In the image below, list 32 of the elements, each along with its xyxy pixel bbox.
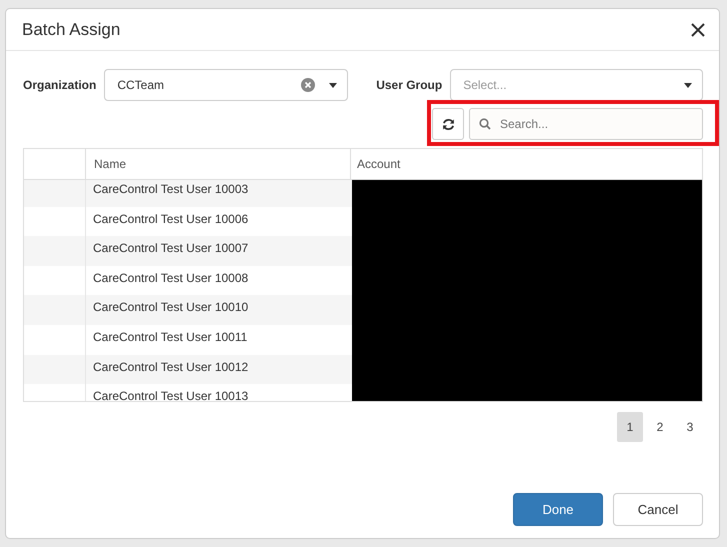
done-button[interactable]: Done (513, 493, 603, 526)
refresh-button[interactable] (432, 108, 464, 140)
table-cell: CareControl Test User 10007 (93, 241, 248, 256)
page-button[interactable]: 2 (647, 412, 673, 442)
clear-icon[interactable] (301, 78, 316, 92)
table-cell: CareControl Test User 10012 (93, 360, 248, 375)
search-icon (479, 118, 491, 130)
table-row[interactable]: CareControl Test User 10007 (24, 236, 352, 266)
column-header: Account (357, 157, 400, 171)
table-cell: CareControl Test User 10011 (93, 330, 248, 345)
table-row[interactable]: CareControl Test User 10003 (24, 180, 352, 207)
column-header: Name (94, 157, 126, 171)
table-row[interactable]: CareControl Test User 10012 (24, 354, 352, 384)
organization-label: Organization (23, 78, 96, 92)
table-cell: CareControl Test User 10003 (93, 182, 248, 197)
search-field[interactable]: Search... (469, 108, 703, 140)
caret-icon (684, 82, 692, 88)
user-group-label: User Group (376, 78, 442, 92)
table-cell: CareControl Test User 10010 (93, 300, 248, 316)
dialog-title: Batch Assign (22, 20, 120, 40)
table-cell: CareControl Test User 10013 (93, 389, 248, 401)
caret-icon (329, 82, 338, 88)
page-button[interactable]: 1 (617, 412, 643, 442)
table-row[interactable]: CareControl Test User 10010 (24, 295, 352, 325)
table-cell: CareControl Test User 10008 (93, 270, 248, 286)
table-cell: CareControl Test User 10006 (93, 212, 248, 227)
cancel-button[interactable]: Cancel (613, 493, 703, 526)
close-icon[interactable] (691, 22, 705, 36)
organization-select[interactable]: CCTeam (104, 69, 348, 101)
refresh-icon (442, 118, 454, 130)
table-row[interactable]: CareControl Test User 10013 (24, 384, 352, 401)
page-button[interactable]: 3 (677, 412, 703, 442)
